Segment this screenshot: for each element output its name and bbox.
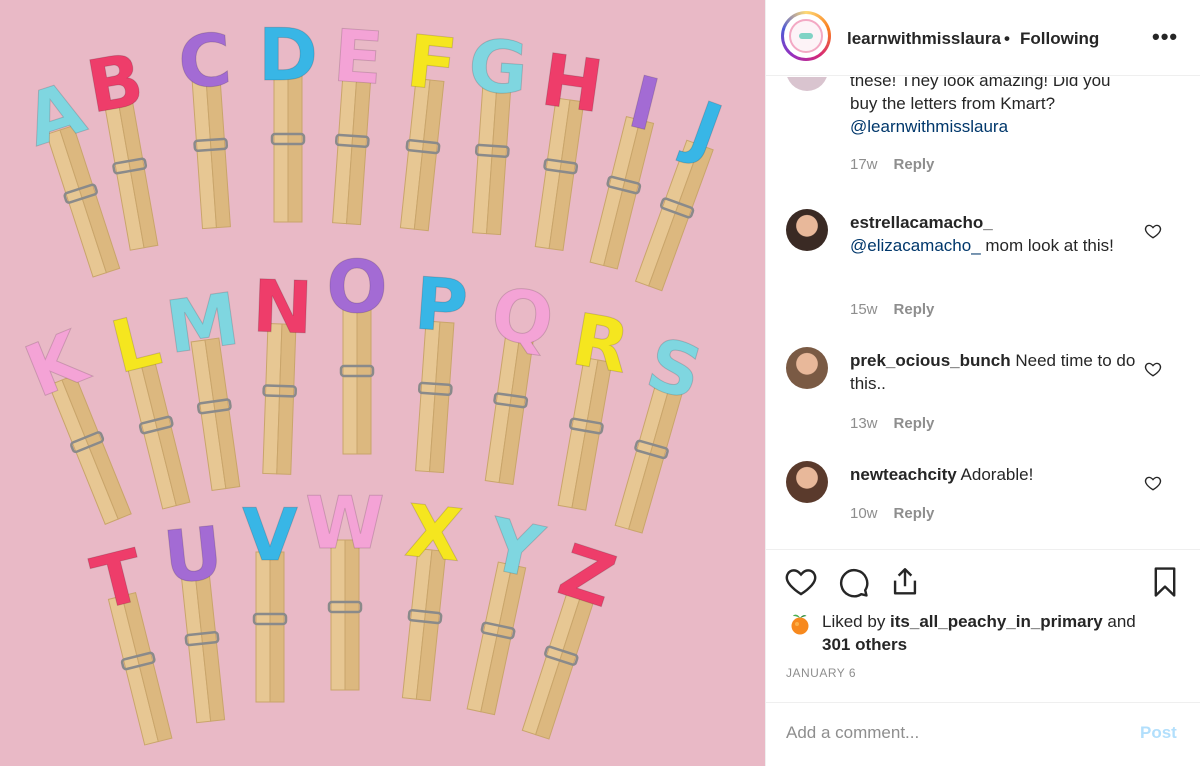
heart-icon[interactable] [784,565,818,599]
reply-button[interactable]: Reply [894,301,935,318]
likes-count[interactable]: 301 others [822,635,907,654]
comment-text: newteachcity Adorable! [850,463,1140,486]
header-username[interactable]: learnwithmisslaura [847,29,1001,49]
letter-x: X [402,488,466,577]
liker-username[interactable]: its_all_peachy_in_primary [890,612,1103,631]
likes-summary: Liked by its_all_peachy_in_primary and 3… [822,610,1152,656]
comment-username[interactable]: prek_ocious_bunch [850,351,1011,370]
reply-button[interactable]: Reply [894,156,935,173]
comments-list[interactable]: these! They look amazing! Did you buy th… [766,77,1200,549]
comment-meta: 13w Reply [850,415,934,432]
comment-text: estrellacamacho_ @elizacamacho_ mom look… [850,211,1140,257]
comment-body: Adorable! [956,465,1034,484]
alphabet-clothespins-image: AB C D E F G H I JK LM N O P Q R ST U V W X Y Z [0,0,765,766]
liker-peach-avatar[interactable] [788,612,812,636]
comment-text: these! They look amazing! Did you buy th… [850,77,1140,138]
comment-meta: 10w Reply [850,505,934,522]
comment-age: 10w [850,505,878,522]
post-actions: Liked by its_all_peachy_in_primary and 3… [766,549,1200,701]
like-comment-heart-icon[interactable] [1144,360,1162,378]
likes-prefix: Liked by [822,612,891,631]
letter-p: P [412,261,471,348]
letter-o: O [326,245,387,329]
comment-avatar[interactable] [786,77,828,91]
comment-body: these! They look amazing! Did you buy th… [850,77,1111,113]
comment-username[interactable]: estrellacamacho_ [850,213,993,232]
comment-age: 17w [850,156,878,173]
post-comment-button[interactable]: Post [1140,723,1177,743]
letter-w: W [305,481,384,565]
comment-meta: 15w Reply [850,301,934,318]
comment-avatar[interactable] [786,461,828,503]
more-options-icon[interactable]: ••• [1152,24,1178,50]
post-header: learnwithmisslaura • Following ••• [766,0,1200,76]
letter-f: F [403,19,461,108]
header-separator: • [1004,29,1010,48]
reply-button[interactable]: Reply [894,415,935,432]
letter-m: M [161,277,244,370]
comment-avatar[interactable] [786,347,828,389]
letter-h: H [537,37,608,129]
comment-input[interactable] [786,717,1116,749]
letter-e: E [331,13,386,100]
bookmark-icon[interactable] [1148,565,1182,599]
letter-n: N [251,264,314,350]
comment-age: 13w [850,415,878,432]
comment-body: mom look at this! [980,236,1114,255]
letter-q: Q [486,271,558,363]
letter-g: G [466,23,531,111]
post-date[interactable]: JANUARY 6 [786,666,856,680]
letter-c: C [176,17,235,104]
comment-avatar[interactable] [786,209,828,251]
comment-text: prek_ocious_bunch Need time to do this.. [850,349,1140,395]
post-side-panel: learnwithmisslaura • Following ••• these… [765,0,1200,766]
reply-button[interactable]: Reply [894,505,935,522]
share-icon[interactable] [888,565,922,599]
letter-u: U [160,510,227,600]
comment-age: 15w [850,301,878,318]
comment-meta: 17w Reply [850,156,934,173]
comment-bubble-icon[interactable] [836,565,870,599]
avatar-frame [784,14,828,58]
letter-v: V [242,493,298,577]
letter-d: D [258,13,318,97]
comment-username[interactable]: newteachcity [850,465,957,484]
likes-connector: and [1102,612,1136,631]
like-comment-heart-icon[interactable] [1144,222,1162,240]
like-comment-heart-icon[interactable] [1144,474,1162,492]
post-photo[interactable]: ABCDEFGHIJKLMNOPQRSTUVWXYZ [0,0,765,766]
brand-logo [789,19,823,53]
following-button[interactable]: Following [1020,29,1099,49]
add-comment-bar: Post [766,702,1200,766]
comment-mention-link[interactable]: @learnwithmisslaura [850,117,1008,136]
profile-avatar[interactable] [781,11,831,61]
comment-mention-link[interactable]: @elizacamacho_ [850,236,981,255]
